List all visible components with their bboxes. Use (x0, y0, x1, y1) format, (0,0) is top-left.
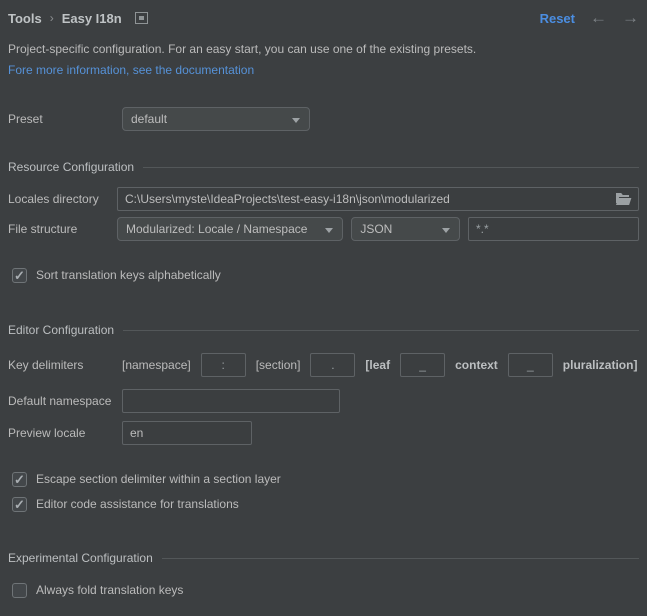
code-assistance-checkbox[interactable] (12, 497, 27, 512)
editor-configuration-section: Editor Configuration (8, 323, 639, 337)
default-namespace-label: Default namespace (8, 394, 122, 408)
leaf-delimiter-input[interactable] (400, 353, 445, 377)
file-pattern-input[interactable] (468, 217, 639, 241)
file-format-dropdown-value: JSON (360, 222, 392, 236)
locales-directory-input[interactable] (117, 187, 639, 211)
description-text: Project-specific configuration. For an e… (8, 42, 639, 56)
default-namespace-input[interactable] (122, 389, 340, 413)
preview-locale-row: Preview locale (8, 421, 639, 445)
context-delimiter-input[interactable] (508, 353, 553, 377)
editor-configuration-title: Editor Configuration (8, 323, 114, 337)
reset-button[interactable]: Reset (540, 11, 575, 26)
locate-in-tree-icon[interactable] (135, 12, 148, 24)
locales-directory-row: Locales directory (8, 187, 639, 211)
always-fold-checkbox[interactable] (12, 583, 27, 598)
escape-section-checkbox[interactable] (12, 472, 27, 487)
file-format-dropdown[interactable]: JSON (351, 217, 460, 241)
locales-directory-label: Locales directory (8, 192, 117, 206)
context-delimiter-label: context (455, 358, 498, 372)
leaf-delimiter-label: [leaf (365, 358, 390, 372)
settings-header: Tools › Easy I18n Reset ← → (8, 9, 639, 27)
experimental-configuration-title: Experimental Configuration (8, 551, 153, 565)
section-divider (162, 558, 639, 559)
experimental-configuration-section: Experimental Configuration (8, 551, 639, 565)
namespace-delimiter-label: [namespace] (122, 358, 191, 372)
chevron-down-icon (325, 228, 333, 233)
breadcrumb-separator-icon: › (50, 11, 54, 25)
browse-folder-icon[interactable] (615, 193, 632, 205)
always-fold-label: Always fold translation keys (36, 583, 183, 597)
key-delimiters-row: Key delimiters [namespace] [section] [le… (8, 353, 639, 377)
pluralization-delimiter-label: pluralization] (563, 358, 638, 372)
preview-locale-label: Preview locale (8, 426, 122, 440)
key-delimiters-label: Key delimiters (8, 358, 122, 372)
namespace-delimiter-input[interactable] (201, 353, 246, 377)
preset-dropdown[interactable]: default (122, 107, 310, 131)
easy-i18n-settings-page: Tools › Easy I18n Reset ← → Project-spec… (0, 9, 647, 598)
header-actions: Reset ← → (540, 11, 639, 26)
file-structure-dropdown-value: Modularized: Locale / Namespace (126, 222, 307, 236)
documentation-link[interactable]: Fore more information, see the documenta… (8, 63, 254, 77)
resource-configuration-title: Resource Configuration (8, 160, 134, 174)
breadcrumb-tools[interactable]: Tools (8, 11, 42, 26)
breadcrumb-easy-i18n: Easy I18n (62, 11, 122, 26)
chevron-down-icon (292, 118, 300, 123)
preset-row: Preset default (8, 107, 639, 131)
file-structure-dropdown[interactable]: Modularized: Locale / Namespace (117, 217, 343, 241)
section-divider (123, 330, 639, 331)
preset-label: Preset (8, 112, 122, 126)
code-assistance-row: Editor code assistance for translations (8, 496, 639, 512)
escape-section-label: Escape section delimiter within a sectio… (36, 472, 281, 486)
always-fold-row: Always fold translation keys (8, 582, 639, 598)
breadcrumb: Tools › Easy I18n (8, 11, 148, 26)
forward-arrow-icon[interactable]: → (622, 11, 639, 25)
key-delimiters-controls: [namespace] [section] [leaf context plur… (122, 353, 637, 377)
locales-directory-field-wrap (117, 187, 639, 211)
preview-locale-input[interactable] (122, 421, 252, 445)
code-assistance-label: Editor code assistance for translations (36, 497, 239, 511)
sort-keys-checkbox[interactable] (12, 268, 27, 283)
escape-section-row: Escape section delimiter within a sectio… (8, 471, 639, 487)
resource-configuration-section: Resource Configuration (8, 160, 639, 174)
sort-keys-row: Sort translation keys alphabetically (8, 267, 639, 283)
file-structure-row: File structure Modularized: Locale / Nam… (8, 217, 639, 241)
section-divider (143, 167, 639, 168)
back-arrow-icon[interactable]: ← (590, 11, 607, 25)
preset-dropdown-value: default (131, 112, 167, 126)
section-delimiter-input[interactable] (310, 353, 355, 377)
file-structure-label: File structure (8, 222, 117, 236)
default-namespace-row: Default namespace (8, 389, 639, 413)
section-delimiter-label: [section] (256, 358, 301, 372)
sort-keys-label: Sort translation keys alphabetically (36, 268, 221, 282)
chevron-down-icon (442, 228, 450, 233)
